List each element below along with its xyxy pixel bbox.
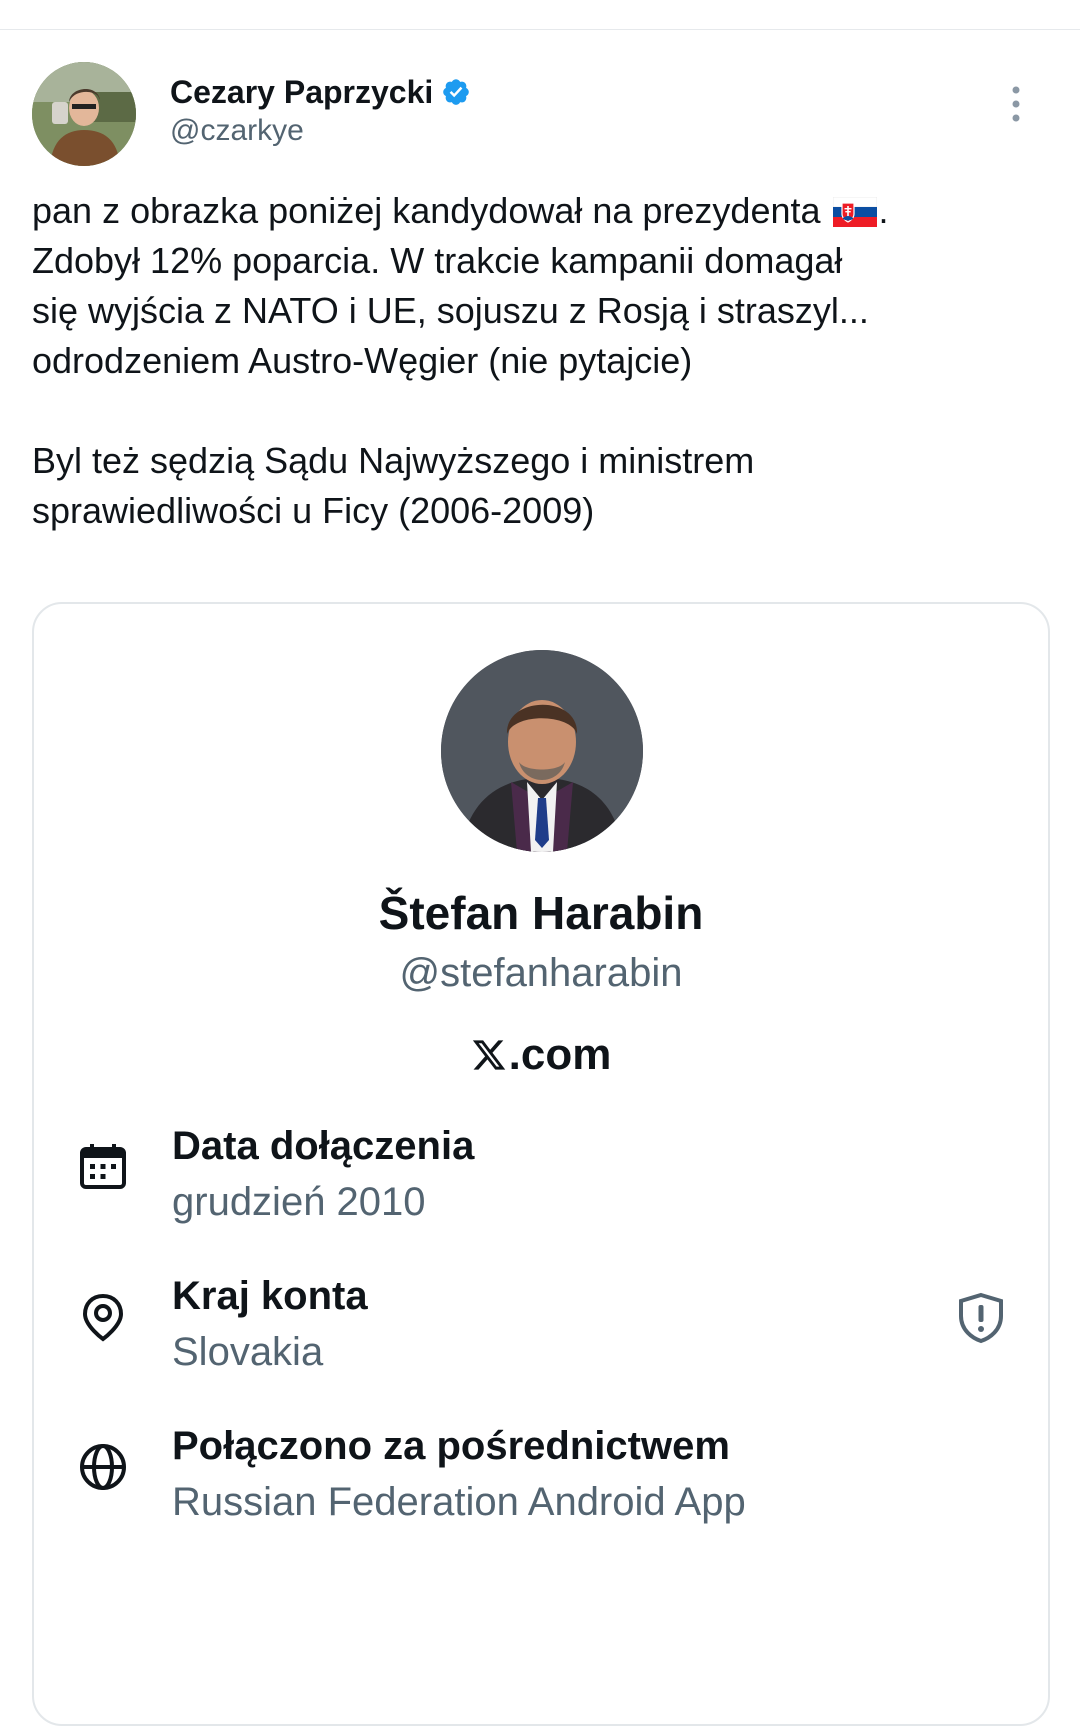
globe-icon	[80, 1444, 126, 1490]
location-pin-icon	[82, 1293, 124, 1342]
slovakia-flag-icon	[832, 197, 877, 227]
calendar-icon	[80, 1144, 126, 1189]
profile-handle: @stefanharabin	[399, 951, 683, 995]
profile-domain: .com	[34, 1030, 1048, 1080]
info-label: Kraj konta	[172, 1274, 368, 1318]
tweet-text: pan z obrazka poniżej kandydował na prez…	[32, 186, 1022, 536]
info-row-connected-via: Połączono za pośrednictwem Russian Feder…	[34, 1422, 1048, 1532]
tweet-text-part1: pan z obrazka poniżej kandydował na prez…	[32, 190, 831, 231]
profile-domain-text: .com	[508, 1030, 612, 1079]
info-row-join-date: Data dołączenia grudzień 2010	[34, 1122, 1048, 1232]
author-avatar[interactable]	[32, 62, 136, 166]
info-value: Russian Federation Android App	[172, 1480, 746, 1524]
author-name-row: Cezary Paprzycki	[170, 72, 471, 112]
profile-name: Štefan Harabin	[378, 887, 704, 939]
tweet-text-part2: . Zdobył 12% poparcia. W trakcie kampani…	[32, 190, 889, 531]
x-logo-icon	[472, 1040, 505, 1070]
author-name[interactable]: Cezary Paprzycki	[170, 74, 433, 111]
info-value: Slovakia	[172, 1330, 324, 1374]
info-row-account-country: Kraj konta Slovakia	[34, 1272, 1048, 1382]
profile-avatar[interactable]	[441, 650, 643, 852]
profile-card[interactable]: Štefan Harabin @stefanharabin .com Data …	[32, 602, 1050, 1726]
top-divider	[0, 29, 1080, 30]
shield-alert-icon[interactable]	[956, 1292, 1006, 1344]
info-value: grudzień 2010	[172, 1180, 426, 1224]
info-label: Połączono za pośrednictwem	[172, 1424, 730, 1468]
verified-badge-icon	[443, 79, 470, 105]
info-label: Data dołączenia	[172, 1124, 475, 1168]
more-options-icon[interactable]	[1008, 84, 1024, 124]
tweet-header: Cezary Paprzycki @czarkye	[32, 62, 1048, 172]
author-handle[interactable]: @czarkye	[170, 114, 304, 148]
